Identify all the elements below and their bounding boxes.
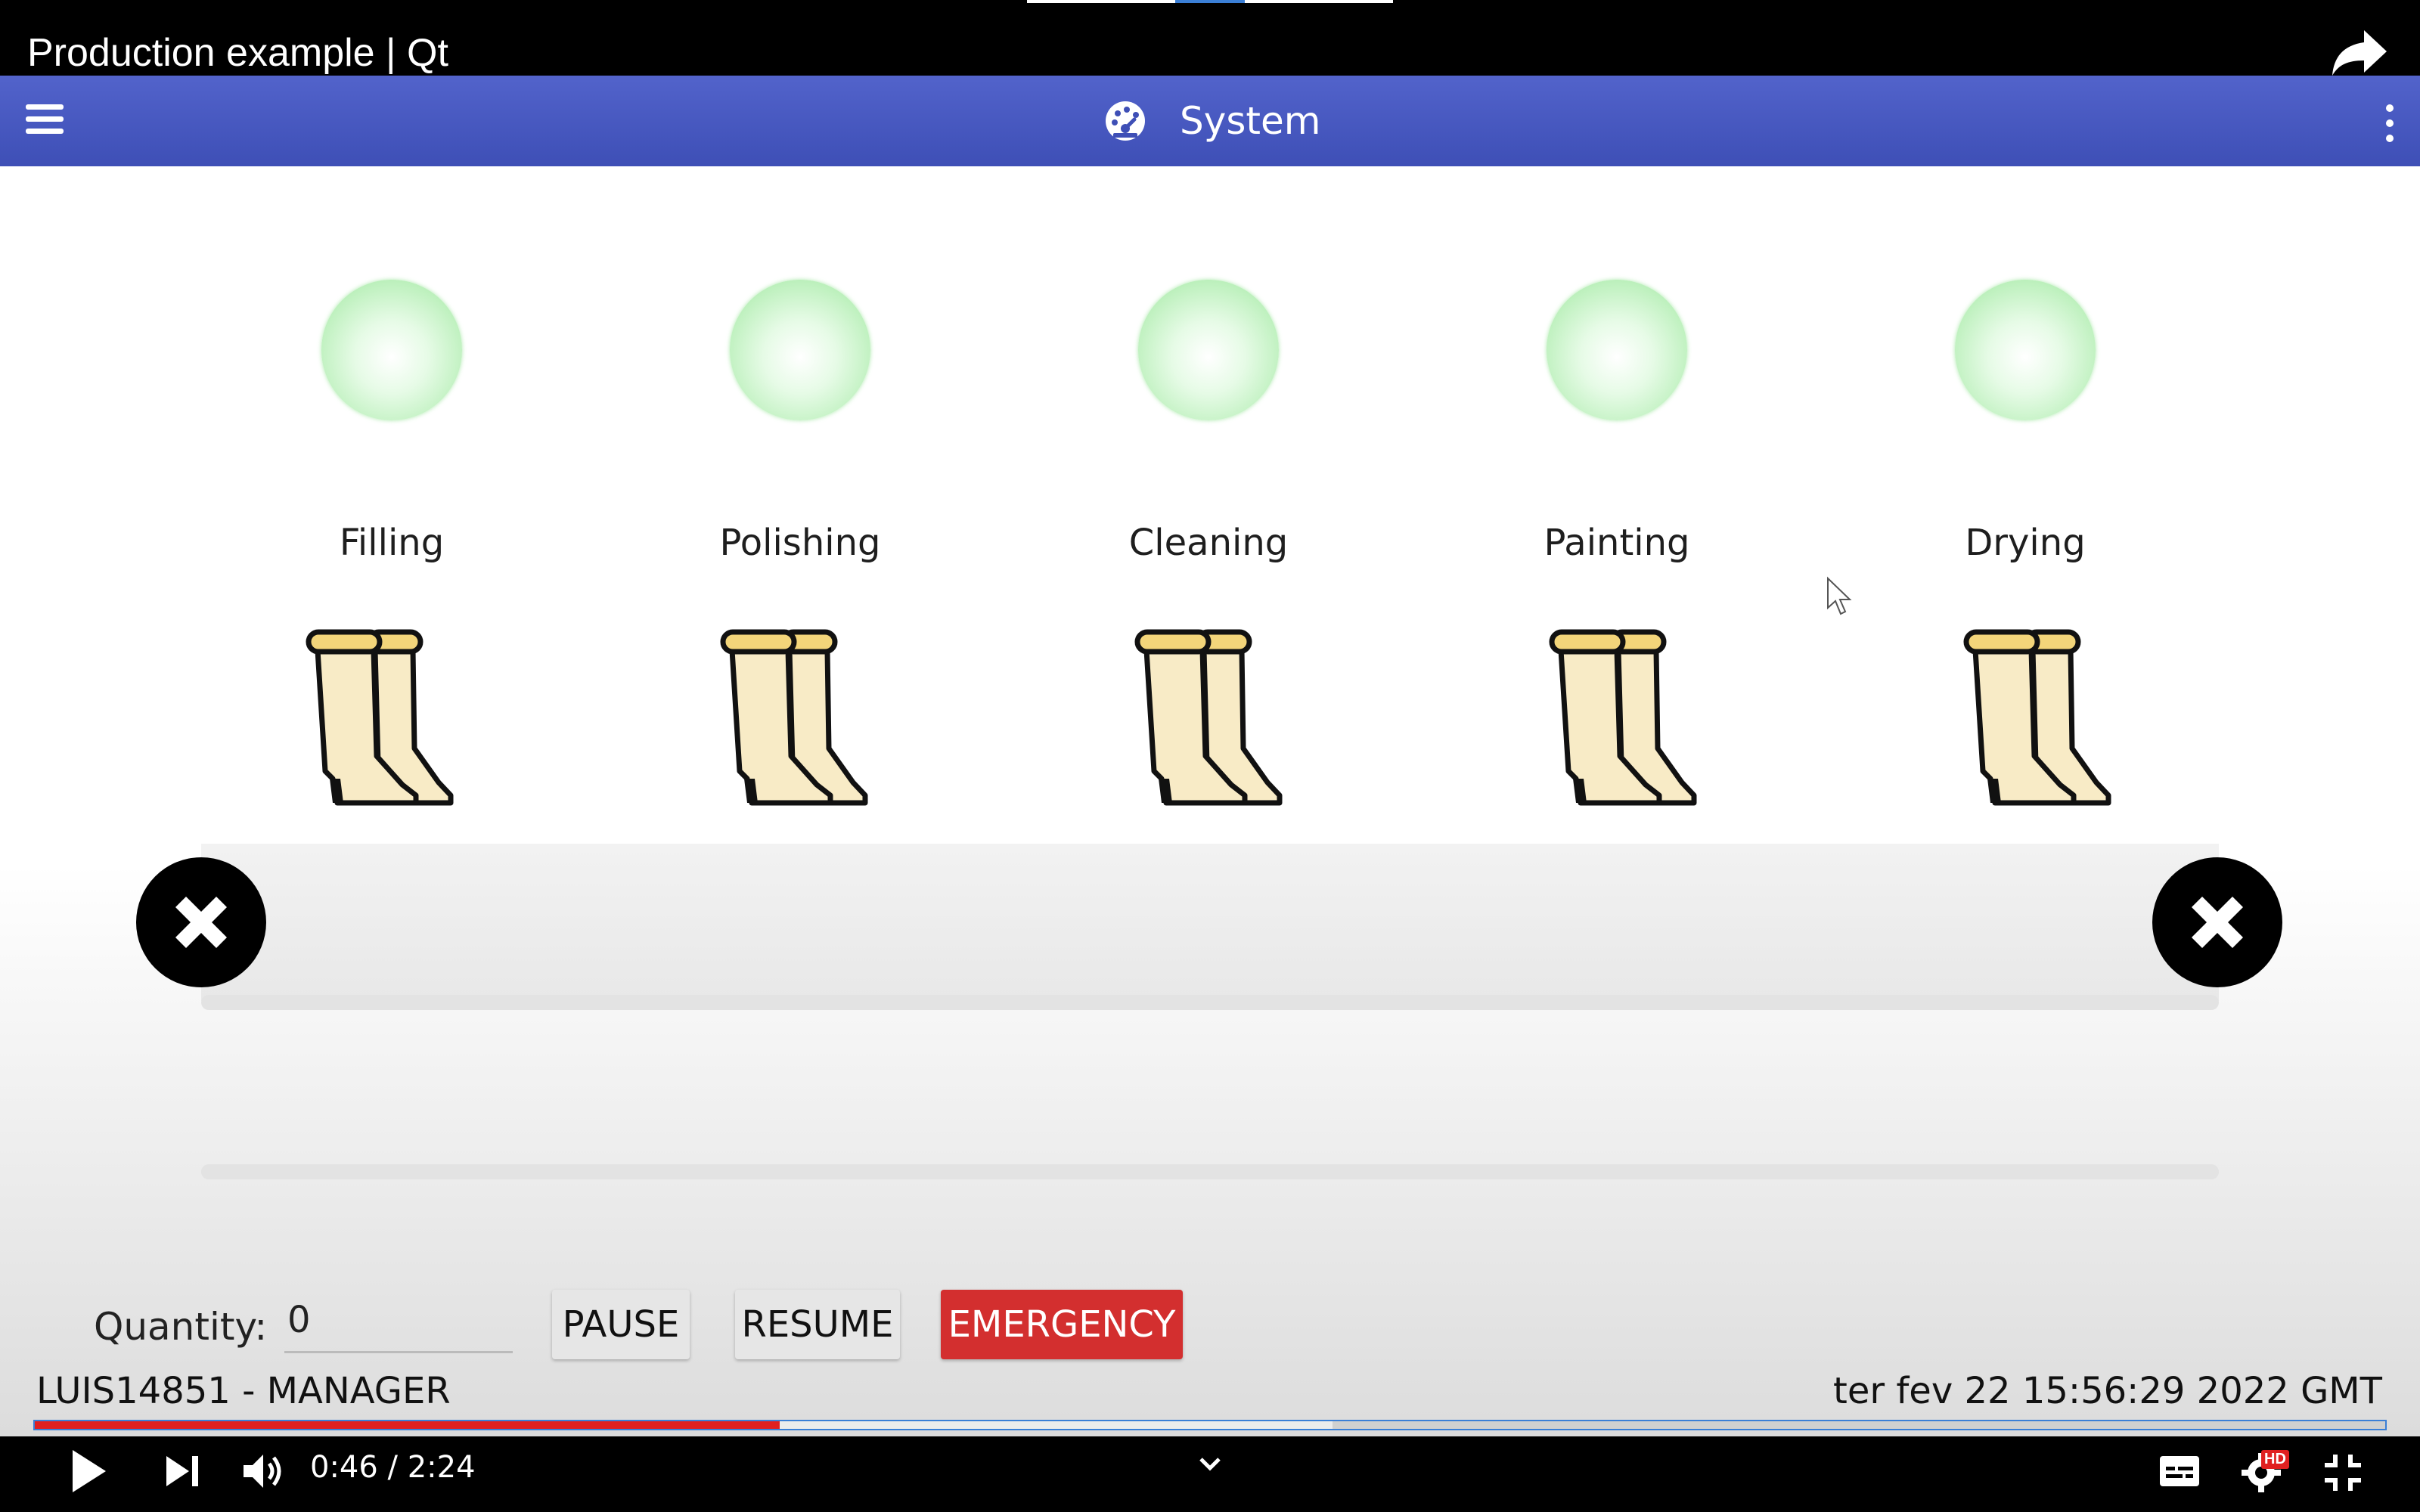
gauge-icon (1106, 101, 1145, 141)
conveyor-belt (201, 844, 2219, 1001)
more-options-icon[interactable] (2382, 104, 2397, 142)
chapter-segment (1027, 0, 1175, 3)
station-label: Painting (1544, 522, 1690, 564)
close-icon (175, 897, 227, 948)
boots-icon (1134, 629, 1283, 806)
boots-icon (306, 629, 454, 806)
status-lamp (1547, 280, 1687, 420)
conveyor-left-stop-button[interactable] (136, 857, 266, 987)
played-bar (35, 1421, 780, 1429)
video-title[interactable]: Production example | Qt (27, 26, 448, 80)
conveyor-rail-bottom (201, 1164, 2219, 1179)
conveyor-right-stop-button[interactable] (2152, 857, 2282, 987)
page-title: System (1180, 99, 1321, 143)
status-lamp (321, 280, 462, 420)
share-icon[interactable] (2329, 27, 2390, 80)
boots-icon (1549, 629, 1697, 806)
subtitles-icon[interactable] (2158, 1455, 2201, 1488)
hd-badge: HD (2261, 1450, 2289, 1469)
station-polishing: Polishing (702, 280, 898, 564)
datetime-label: ter fev 22 15:56:29 2022 GMT (1833, 1370, 2382, 1412)
menu-icon[interactable] (26, 104, 64, 138)
emergency-button[interactable]: EMERGENCY (941, 1290, 1183, 1359)
station-label: Drying (1965, 522, 2086, 564)
user-role-label: LUIS14851 - MANAGER (36, 1370, 451, 1412)
station-cleaning: Cleaning (1110, 280, 1307, 564)
chapter-segment-active (1175, 0, 1245, 3)
station-label: Filling (339, 522, 445, 564)
mouse-cursor-icon (1827, 576, 1852, 615)
header-title-group: System (1104, 91, 1320, 151)
quantity-input[interactable] (284, 1288, 513, 1353)
station-label: Cleaning (1128, 522, 1289, 564)
next-icon[interactable] (163, 1453, 201, 1489)
close-icon (2192, 897, 2243, 948)
boots-icon (1963, 629, 2111, 806)
status-lamp (1138, 280, 1279, 420)
boots-icon (720, 629, 868, 806)
station-filling: Filling (293, 280, 490, 564)
app-header: System (0, 76, 2420, 166)
volume-icon[interactable] (240, 1452, 283, 1491)
status-lamp (730, 280, 870, 420)
play-icon[interactable] (67, 1447, 109, 1495)
chevron-down-icon[interactable] (1198, 1455, 1222, 1473)
exit-fullscreen-icon[interactable] (2323, 1453, 2363, 1492)
pause-button[interactable]: PAUSE (552, 1290, 690, 1359)
conveyor-rail-top (201, 995, 2219, 1010)
video-title-bar: Production example | Qt (0, 0, 2420, 76)
video-progress-bar[interactable] (33, 1420, 2387, 1430)
station-drying: Drying (1927, 280, 2124, 564)
video-time: 0:46 / 2:24 (310, 1450, 476, 1485)
station-label: Polishing (719, 522, 881, 564)
status-lamp (1955, 280, 2096, 420)
resume-button[interactable]: RESUME (735, 1290, 900, 1359)
quantity-label: Quantity: (94, 1305, 268, 1349)
station-painting: Painting (1519, 280, 1715, 564)
chapter-segment (1245, 0, 1393, 3)
